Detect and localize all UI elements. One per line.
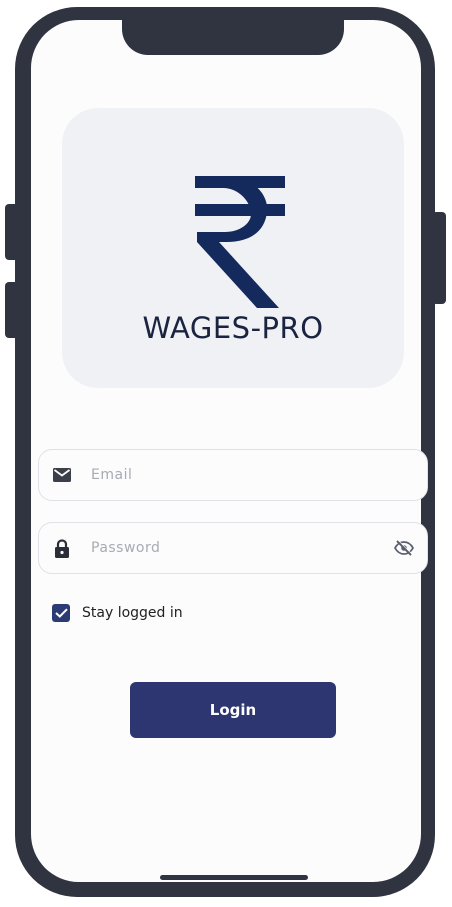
lock-icon: [53, 538, 71, 558]
home-indicator: [160, 875, 308, 880]
email-field[interactable]: [38, 449, 428, 501]
logo-card: WAGES-PRO: [62, 108, 404, 388]
stay-logged-in-label: Stay logged in: [82, 605, 183, 621]
rupee-icon: [195, 176, 285, 308]
check-icon: [54, 608, 68, 618]
device-mockup: WAGES-PRO Email Stay logged in Login: [0, 0, 452, 907]
email-input[interactable]: [89, 459, 427, 491]
stay-logged-in-checkbox[interactable]: [52, 604, 70, 622]
eye-off-icon[interactable]: [393, 537, 415, 559]
stay-logged-in[interactable]: Stay logged in: [52, 604, 183, 622]
password-field[interactable]: [38, 522, 428, 574]
mail-icon: [53, 466, 71, 484]
login-button[interactable]: Login: [130, 682, 336, 738]
notch: [122, 8, 344, 55]
app-name: WAGES-PRO: [142, 311, 324, 345]
password-input[interactable]: [89, 532, 393, 564]
